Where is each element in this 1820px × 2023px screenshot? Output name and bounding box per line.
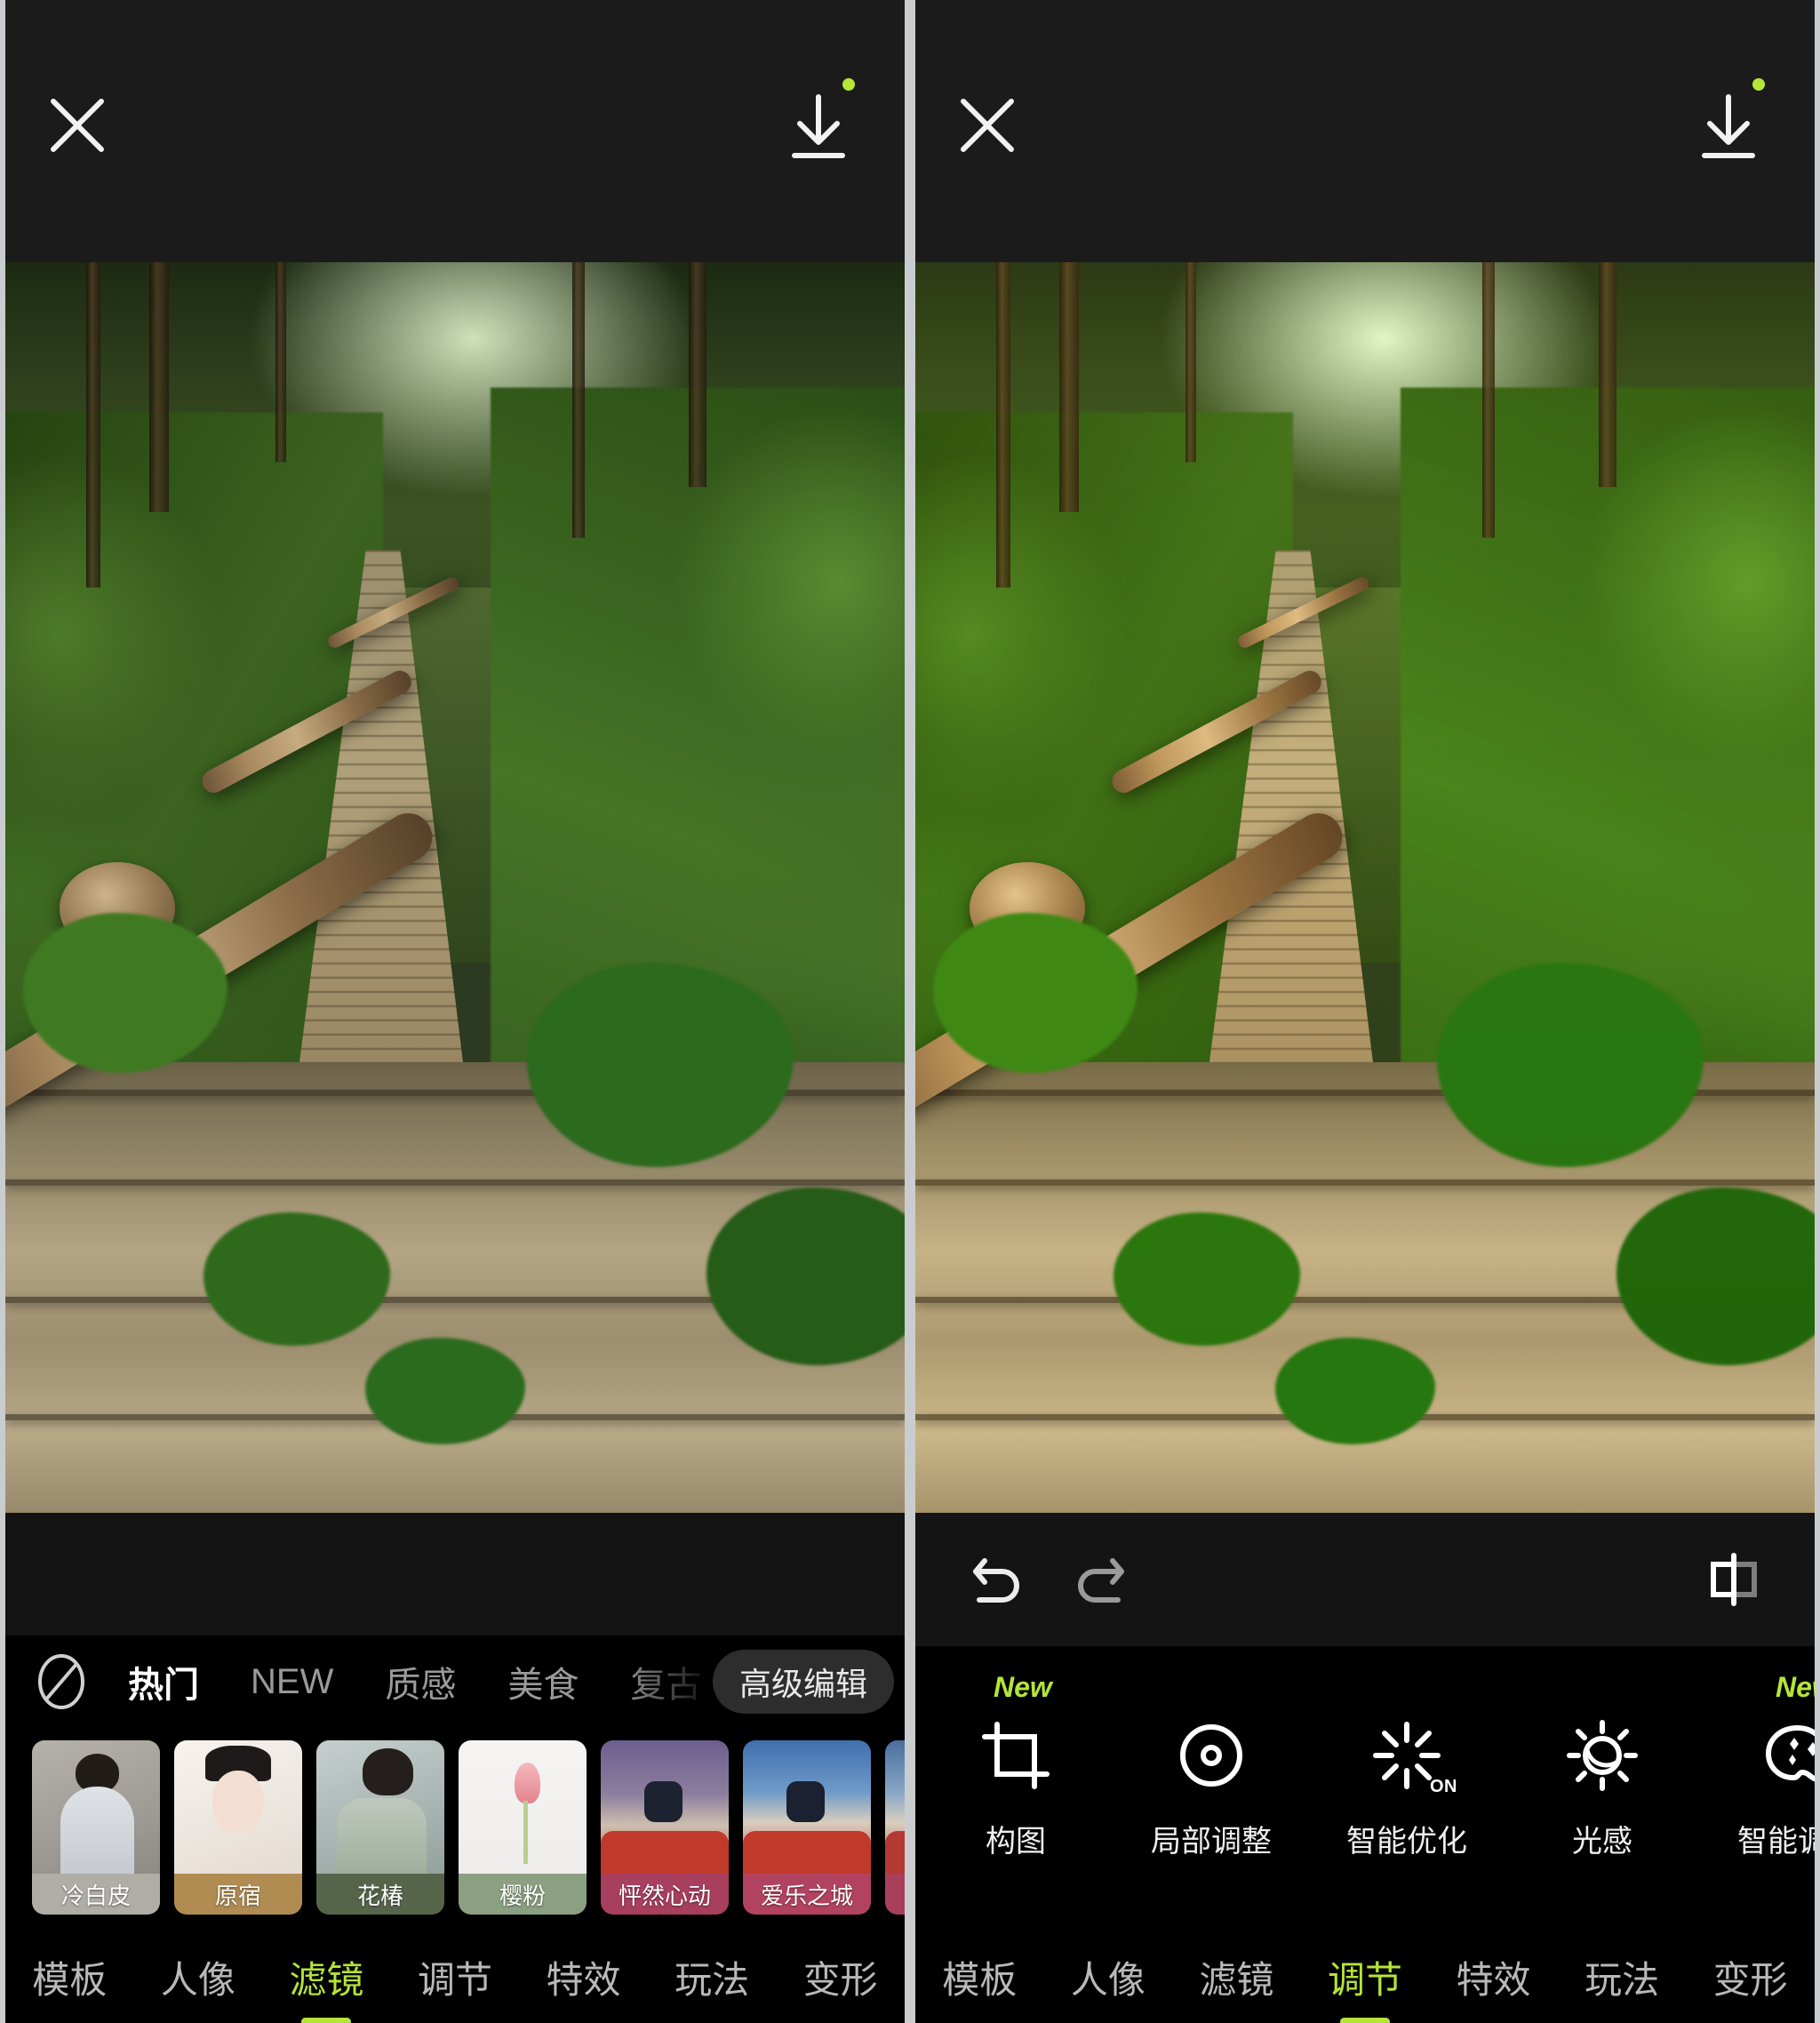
close-icon[interactable] [958, 96, 1017, 155]
nav-item-renxiang[interactable]: 人像 [1066, 1950, 1151, 2004]
filter-thumb-image [316, 1740, 444, 1877]
tool-label: 智能调色 [1737, 1824, 1815, 1859]
filter-label: 花椿 [316, 1874, 444, 1915]
filter-thumb-image [885, 1740, 905, 1877]
left-screen-filters: 热门 NEW 质感 美食 复古 胶片 高级编辑 冷白皮 原宿 [5, 0, 905, 2023]
nav-item-moban[interactable]: 模板 [937, 1950, 1022, 2004]
filter-category-2[interactable]: 质感 [385, 1656, 456, 1707]
filter-thumb-image [743, 1740, 871, 1877]
filter-category-1[interactable]: NEW [251, 1662, 333, 1702]
download-badge-dot [1752, 78, 1765, 91]
close-icon[interactable] [48, 96, 107, 155]
new-badge: New [994, 1670, 1052, 1703]
redo-icon[interactable] [1066, 1545, 1136, 1614]
compare-before-after-icon[interactable] [1699, 1545, 1768, 1614]
nav-item-lvjing[interactable]: 滤镜 [283, 1950, 369, 2004]
nav-item-texiao[interactable]: 特效 [541, 1950, 627, 2004]
tool-state-badge: ON [1430, 1776, 1457, 1796]
local-adjust-icon [1173, 1717, 1249, 1794]
filter-thumb-image [174, 1740, 302, 1877]
filter-category-0[interactable]: 热门 [128, 1656, 199, 1707]
photo-preview-edited[interactable] [915, 262, 1815, 1513]
edit-history-toolbar [915, 1513, 1815, 1646]
bottom-nav-left: 模板 人像 滤镜 调节 特效 玩法 变形 [5, 1931, 905, 2023]
nav-item-bianxing[interactable]: 变形 [1708, 1950, 1793, 2004]
new-badge: New [1776, 1670, 1815, 1703]
tool-label: 智能优化 [1346, 1824, 1467, 1859]
filter-category-4[interactable]: 复古 [630, 1656, 701, 1707]
tool-local-adjust[interactable]: 局部调整 [1148, 1717, 1274, 1860]
filter-category-3[interactable]: 美食 [507, 1656, 579, 1707]
filter-thumb-image [459, 1740, 587, 1877]
filter-label: 冷白皮 [32, 1874, 160, 1915]
adjust-tools-row[interactable]: New 构图 局部调整 ON 智能优化 光感 Ne 智能调 [915, 1646, 1815, 1931]
nav-item-wanfa[interactable]: 玩法 [1579, 1950, 1664, 2004]
top-bar-right [915, 0, 1815, 262]
filter-card-1[interactable]: 原宿 [174, 1740, 302, 1915]
nav-item-wanfa[interactable]: 玩法 [669, 1950, 754, 2004]
tool-label: 局部调整 [1151, 1824, 1272, 1859]
download-badge-dot [842, 78, 855, 91]
tool-auto-enhance[interactable]: ON 智能优化 [1344, 1717, 1470, 1860]
download-icon[interactable] [786, 93, 851, 163]
nav-item-renxiang[interactable]: 人像 [156, 1950, 241, 2004]
nav-item-tiaojie[interactable]: 调节 [1322, 1950, 1408, 2004]
filter-card-3[interactable]: 樱粉 [459, 1740, 587, 1915]
download-icon[interactable] [1696, 93, 1761, 163]
undo-icon[interactable] [962, 1545, 1031, 1614]
crop-icon [978, 1717, 1054, 1794]
filter-card-6[interactable]: 初恋 [885, 1740, 905, 1915]
filter-category-bar: 热门 NEW 质感 美食 复古 胶片 高级编辑 [5, 1635, 905, 1728]
tool-smart-color[interactable]: New 智能调色 [1735, 1671, 1815, 1860]
filter-label: 樱粉 [459, 1874, 587, 1915]
filter-thumb-image [601, 1740, 729, 1877]
filter-label: 怦然心动 [601, 1874, 729, 1915]
brightness-sun-icon [1564, 1717, 1640, 1794]
tool-gouu-crop[interactable]: New 构图 [953, 1671, 1079, 1860]
right-screen-adjust: New 构图 局部调整 ON 智能优化 光感 Ne 智能调 模板 人像 滤镜 调… [915, 0, 1815, 2023]
nav-item-texiao[interactable]: 特效 [1451, 1950, 1537, 2004]
advanced-edit-button[interactable]: 高级编辑 [712, 1650, 894, 1714]
filter-panel: 热门 NEW 质感 美食 复古 胶片 高级编辑 冷白皮 原宿 [5, 1513, 905, 2023]
panel-empty-space [5, 1513, 905, 1635]
filter-thumb-image [32, 1740, 160, 1877]
tool-label: 构图 [986, 1824, 1046, 1859]
bottom-nav-right: 模板 人像 滤镜 调节 特效 玩法 变形 [915, 1931, 1815, 2023]
filter-label: 原宿 [174, 1874, 302, 1915]
filter-card-5[interactable]: 爱乐之城 [743, 1740, 871, 1915]
photo-preview-original[interactable] [5, 262, 905, 1513]
nav-item-moban[interactable]: 模板 [27, 1950, 112, 2004]
tool-brightness[interactable]: 光感 [1539, 1717, 1665, 1860]
filter-card-0[interactable]: 冷白皮 [32, 1740, 160, 1915]
filter-card-2[interactable]: 花椿 [316, 1740, 444, 1915]
nav-item-bianxing[interactable]: 变形 [798, 1950, 883, 2004]
auto-enhance-icon: ON [1369, 1717, 1457, 1796]
tool-label: 光感 [1572, 1824, 1632, 1859]
top-bar-left [5, 0, 905, 262]
dual-screenshot-comparison: 热门 NEW 质感 美食 复古 胶片 高级编辑 冷白皮 原宿 [0, 0, 1820, 2023]
palette-icon [1760, 1717, 1815, 1794]
filter-card-4[interactable]: 怦然心动 [601, 1740, 729, 1915]
filter-label: 爱乐之城 [743, 1874, 871, 1915]
no-filter-icon[interactable] [32, 1652, 91, 1711]
filter-label: 初恋 [885, 1874, 905, 1915]
filter-thumbnail-strip[interactable]: 冷白皮 原宿 花椿 樱粉 怦然心动 爱乐之城 [5, 1728, 905, 1931]
nav-item-tiaojie[interactable]: 调节 [412, 1950, 498, 2004]
nav-item-lvjing[interactable]: 滤镜 [1193, 1950, 1279, 2004]
